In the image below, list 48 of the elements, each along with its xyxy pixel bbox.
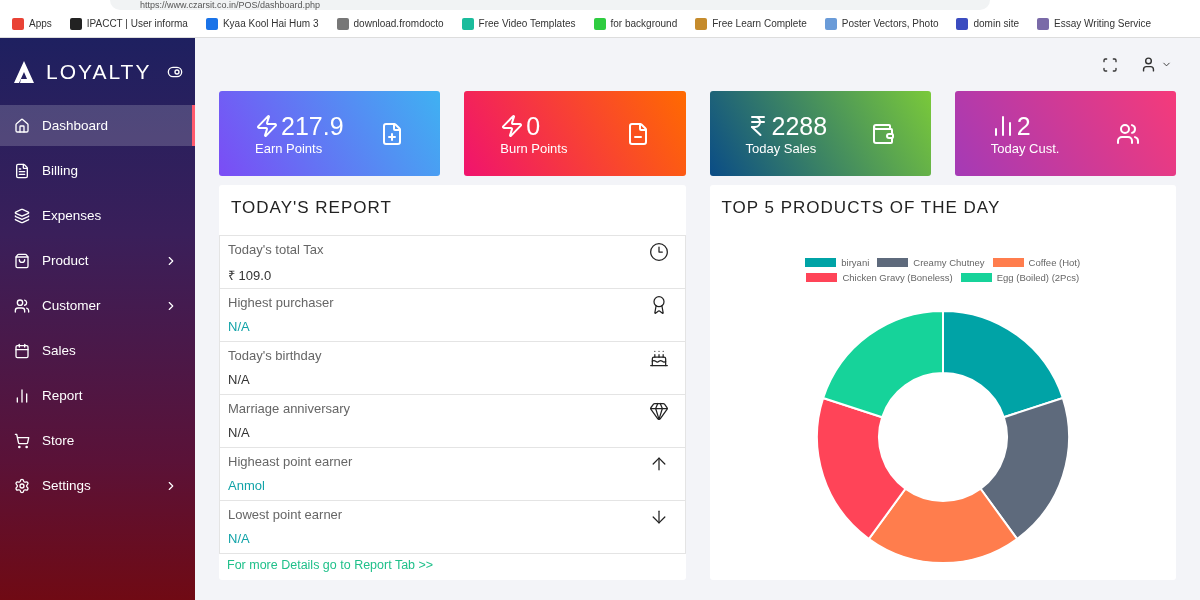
nav-item[interactable]: Product: [0, 240, 195, 281]
legend-label: Coffee (Hot): [1028, 257, 1081, 268]
bookmark[interactable]: for background: [593, 17, 678, 30]
report-label: Lowest point earner: [228, 507, 343, 522]
report-value: Anmol: [228, 478, 266, 493]
nav-item[interactable]: Settings: [0, 465, 195, 506]
bookmark[interactable]: Free Video Templates: [461, 17, 576, 30]
bookmark[interactable]: Poster Vectors, Photo: [824, 17, 939, 30]
stat-value: 0: [526, 111, 541, 141]
legend-label: Egg (Boiled) (2Pcs): [996, 272, 1080, 283]
report-value: ₹ 109.0: [228, 267, 273, 284]
stat-label: Burn Points: [500, 140, 568, 156]
nav-item[interactable]: Report: [0, 375, 195, 416]
stat-label: Today Sales: [745, 140, 818, 156]
nav-item[interactable]: Dashboard: [0, 105, 195, 146]
report-label: Today's total Tax: [228, 242, 324, 257]
nav-item[interactable]: Billing: [0, 150, 195, 191]
report-value: N/A: [228, 319, 251, 334]
legend-label: Chicken Gravy (Boneless): [842, 272, 953, 283]
bookmark[interactable]: download.fromdocto: [336, 17, 444, 30]
report-value: N/A: [228, 531, 251, 546]
stat-value: 2288: [771, 111, 828, 141]
address-bar[interactable]: https://www.czarsit.co.in/POS/dashboard.php: [110, 0, 990, 10]
bookmark[interactable]: Apps: [12, 17, 52, 30]
stat-value: 2: [1016, 111, 1031, 141]
nav-item[interactable]: Expenses: [0, 195, 195, 236]
stat-label: Earn Points: [255, 140, 324, 156]
stat-label: Today Cust.: [990, 140, 1060, 156]
bookmark[interactable]: Free Learn Complete: [695, 17, 807, 30]
panel-title: TOP 5 PRODUCTS OF THE DAY: [720, 197, 1002, 219]
report-value: N/A: [228, 425, 251, 440]
report-value: N/A: [228, 372, 251, 387]
nav-item[interactable]: Customer: [0, 285, 195, 326]
bookmark[interactable]: Essay Writing Service: [1037, 17, 1152, 30]
stat-value: 217.9: [281, 111, 344, 141]
legend-label: biryani: [841, 257, 870, 268]
bookmark[interactable]: IPACCT | User informa: [69, 17, 188, 30]
nav-item[interactable]: Store: [0, 420, 195, 461]
brand-name: LOYALTY: [46, 59, 153, 84]
report-label: Highest purchaser: [228, 295, 334, 310]
legend-label: Creamy Chutney: [913, 257, 985, 268]
panel-title: TODAY'S REPORT: [230, 197, 393, 219]
bookmark[interactable]: domin site: [956, 17, 1020, 30]
report-label: Marriage anniversary: [228, 401, 351, 416]
nav-item[interactable]: Sales: [0, 330, 195, 371]
bookmark[interactable]: Kyaa Kool Hai Hum 3: [205, 17, 319, 30]
report-label: Higheast point earner: [228, 454, 353, 469]
report-label: Today's birthday: [228, 348, 322, 363]
